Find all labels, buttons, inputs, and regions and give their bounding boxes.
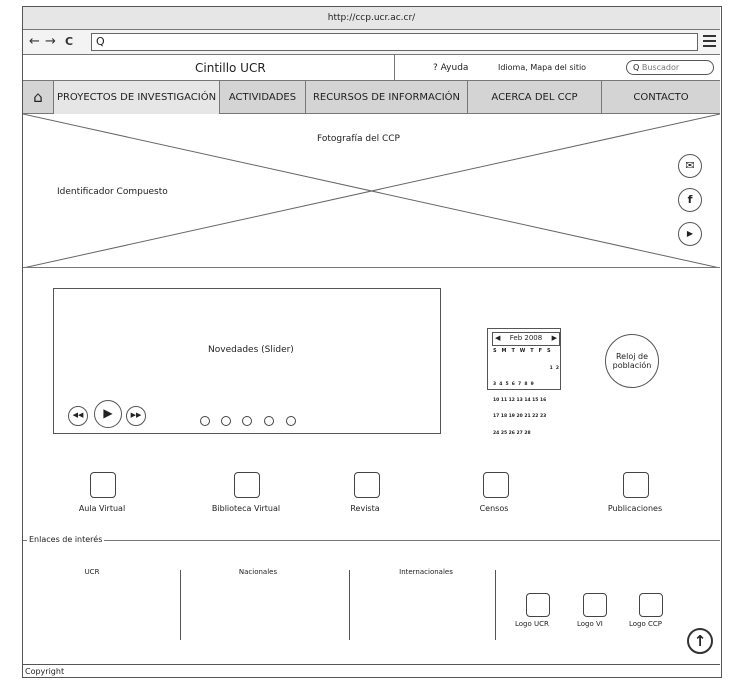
facebook-icon[interactable]: f xyxy=(678,188,702,212)
hero-photo-label: Fotografía del CCP xyxy=(317,134,400,144)
composite-identifier: Identificador Compuesto xyxy=(57,187,168,197)
logo-label: Logo CCP xyxy=(629,620,663,628)
revista-icon[interactable] xyxy=(354,472,380,498)
clock-line: población xyxy=(612,361,652,370)
play-icon[interactable]: ▶ xyxy=(94,400,122,428)
links-section: Enlaces de interés xyxy=(23,535,720,664)
cintillo-bar: Cintillo UCR ? Ayuda Idioma, Mapa del si… xyxy=(23,55,720,81)
footer: Copyright xyxy=(23,664,720,678)
prev-month-icon[interactable]: ◀ xyxy=(493,333,500,344)
links-legend: Enlaces de interés xyxy=(27,535,105,544)
slider-dot[interactable] xyxy=(221,416,231,426)
url-title: http://ccp.ucr.ac.cr/ xyxy=(23,7,720,30)
next-month-icon[interactable]: ▶ xyxy=(552,333,559,344)
hero-photo: Fotografía del CCP Identificador Compues… xyxy=(23,114,720,268)
menu-item-proyectos[interactable]: PROYECTOS DE INVESTIGACIÓN xyxy=(53,81,219,114)
youtube-icon[interactable]: ▶ xyxy=(678,222,702,246)
rewind-icon[interactable]: ◀◀ xyxy=(68,406,88,426)
logo-ucr-icon[interactable] xyxy=(526,593,550,617)
main-menu: ⌂ PROYECTOS DE INVESTIGACIÓN ACTIVIDADES… xyxy=(23,81,720,114)
links-column-nacionales[interactable]: Nacionales xyxy=(223,568,293,576)
slider-dot[interactable] xyxy=(264,416,274,426)
clock-line: Reloj de xyxy=(615,352,648,361)
links-column-internacionales[interactable]: Internacionales xyxy=(386,568,466,576)
menu-item-acerca[interactable]: ACERCA DEL CCP xyxy=(467,81,601,114)
cintillo-title: Cintillo UCR xyxy=(195,61,266,75)
calendar-weekdays: S M T W T F S xyxy=(493,348,553,354)
calendar-month: Feb 2008 xyxy=(509,334,543,342)
menu-item-contacto[interactable]: CONTACTO xyxy=(601,81,720,114)
slider-label: Novedades (Slider) xyxy=(208,345,294,355)
tile-label[interactable]: Censos xyxy=(444,504,544,513)
tile-label[interactable]: Biblioteca Virtual xyxy=(196,504,296,513)
logo-vi-icon[interactable] xyxy=(583,593,607,617)
censos-icon[interactable] xyxy=(483,472,509,498)
search-placeholder: Buscador xyxy=(641,63,680,72)
calendar-week: 3 4 5 6 7 8 9 xyxy=(493,382,534,388)
calendar-week: 1 2 xyxy=(522,365,559,371)
aula-virtual-icon[interactable] xyxy=(90,472,116,498)
links-column-ucr[interactable]: UCR xyxy=(77,568,107,576)
divider xyxy=(180,570,181,640)
back-to-top-icon[interactable]: ↑ xyxy=(687,628,713,654)
slider-dot[interactable] xyxy=(242,416,252,426)
search-icon: Q xyxy=(96,35,105,48)
divider xyxy=(349,570,350,640)
divider xyxy=(394,55,395,81)
calendar-week: 10 11 12 13 14 15 16 xyxy=(493,398,547,404)
tile-label[interactable]: Revista xyxy=(315,504,415,513)
logo-label: Logo VI xyxy=(577,620,603,628)
menu-item-recursos[interactable]: RECURSOS DE INFORMACIÓN xyxy=(305,81,467,114)
address-bar[interactable]: Q xyxy=(91,33,698,51)
calendar-week: 24 25 26 27 28 xyxy=(493,430,531,436)
browser-window: http://ccp.ucr.ac.cr/ ← → C Q Cintillo U… xyxy=(22,6,722,678)
publicaciones-icon[interactable] xyxy=(623,472,649,498)
calendar-grid[interactable]: 1 2 3 4 5 6 7 8 9 10 11 12 13 14 15 16 1… xyxy=(493,355,559,447)
copyright-text: Copyright xyxy=(25,667,65,676)
calendar-widget[interactable]: ◀ Feb 2008 ▶ S M T W T F S 1 2 3 4 5 6 7… xyxy=(487,328,561,436)
calendar-header: ◀ Feb 2008 ▶ xyxy=(492,332,560,346)
forward-icon[interactable]: → xyxy=(45,34,56,50)
slider-dot[interactable] xyxy=(200,416,210,426)
tile-label[interactable]: Aula Virtual xyxy=(52,504,152,513)
browser-toolbar: ← → C Q xyxy=(23,30,720,55)
back-icon[interactable]: ← xyxy=(29,34,40,50)
search-input[interactable]: Q Buscador xyxy=(626,60,714,75)
divider xyxy=(495,570,496,640)
menu-icon[interactable] xyxy=(703,35,716,49)
logo-label: Logo UCR xyxy=(515,620,549,628)
language-sitemap-link[interactable]: Idioma, Mapa del sitio xyxy=(498,63,586,72)
help-link[interactable]: ? Ayuda xyxy=(433,63,468,73)
reload-icon[interactable]: C xyxy=(65,34,73,50)
logo-ccp-icon[interactable] xyxy=(639,593,663,617)
slider-dot[interactable] xyxy=(286,416,296,426)
population-clock[interactable]: Reloj de población xyxy=(605,334,659,388)
menu-item-actividades[interactable]: ACTIVIDADES xyxy=(219,81,305,114)
calendar-week: 17 18 19 20 21 22 23 xyxy=(493,414,547,420)
tile-label[interactable]: Publicaciones xyxy=(585,504,685,513)
fast-forward-icon[interactable]: ▶▶ xyxy=(126,406,146,426)
search-icon: Q xyxy=(633,63,640,72)
home-icon[interactable]: ⌂ xyxy=(23,81,53,114)
biblioteca-virtual-icon[interactable] xyxy=(234,472,260,498)
mail-icon[interactable]: ✉ xyxy=(678,154,702,178)
